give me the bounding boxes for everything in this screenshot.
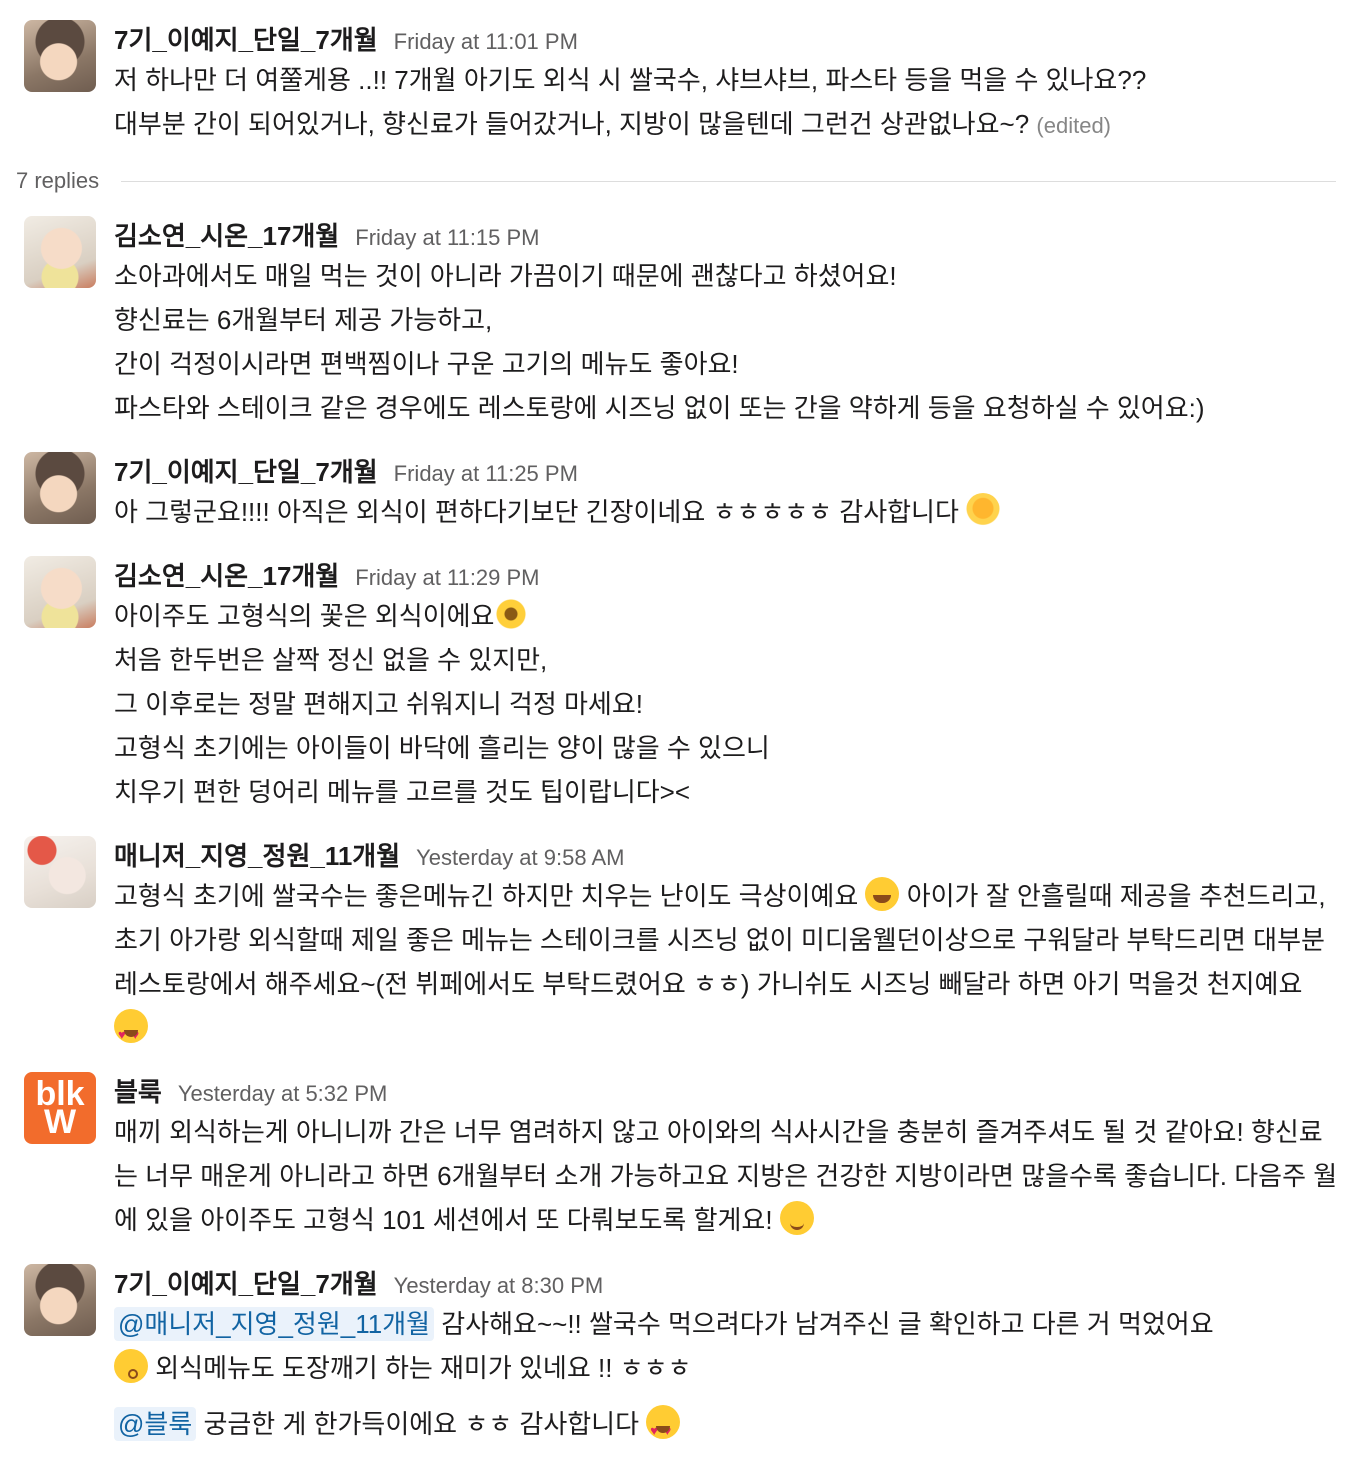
avatar[interactable]: [24, 20, 96, 92]
author-name[interactable]: 블룩: [114, 1072, 162, 1109]
heart-hands-emoji-icon: [966, 493, 1001, 527]
message-text-block: @매니저_지영_정원_11개월 감사해요~~!! 쌀국수 먹으려다가 남겨주신 …: [114, 1302, 1342, 1390]
message-text: 아 그렇군요!!!! 아직은 외식이 편하다기보단 긴장이네요 ㅎㅎㅎㅎㅎ 감사…: [114, 497, 967, 527]
message-content: 매니저_지영_정원_11개월 Yesterday at 9:58 AM 고형식 …: [114, 836, 1342, 1057]
edited-label: (edited): [1036, 113, 1111, 138]
timestamp[interactable]: Friday at 11:15 PM: [355, 225, 539, 251]
message-text-line: 대부분 간이 되어있거나, 향신료가 들어갔거나, 지방이 많을텐데 그런건 상…: [114, 102, 1342, 148]
logo-text: W: [43, 1103, 77, 1141]
message-text: 매끼 외식하는게 아니니까 간은 너무 염려하지 않고 아이와의 식사시간을 충…: [114, 1117, 1338, 1235]
author-name[interactable]: 매니저_지영_정원_11개월: [114, 836, 400, 873]
timestamp[interactable]: Friday at 11:29 PM: [355, 565, 539, 591]
rofl-emoji-icon: [865, 877, 900, 911]
author-name[interactable]: 7기_이예지_단일_7개월: [114, 20, 378, 57]
timestamp[interactable]: Friday at 11:25 PM: [394, 461, 578, 487]
avatar[interactable]: [24, 1264, 96, 1336]
message-header: 7기_이예지_단일_7개월 Friday at 11:01 PM: [114, 20, 1342, 58]
message-text: 향신료는 6개월부터 제공 가능하고,: [114, 305, 493, 335]
user-mention[interactable]: @블룩: [114, 1407, 197, 1441]
message-content: 김소연_시온_17개월 Friday at 11:29 PM 아이주도 고형식의…: [114, 556, 1342, 814]
kissing-emoji-icon: [114, 1349, 148, 1383]
author-name[interactable]: 7기_이예지_단일_7개월: [114, 452, 378, 489]
message-header: 블룩 Yesterday at 5:32 PM: [114, 1072, 1342, 1110]
message-header: 김소연_시온_17개월 Friday at 11:29 PM: [114, 556, 1342, 594]
message-text: 간이 걱정이시라면 편백찜이나 구운 고기의 메뉴도 좋아요!: [114, 349, 739, 379]
sunflower-emoji-icon: [494, 597, 529, 631]
message-text-block: 고형식 초기에 쌀국수는 좋은메뉴긴 하지만 치우는 난이도 극상이예요 아이가…: [114, 874, 1342, 1057]
blook-logo-avatar[interactable]: blk W: [24, 1072, 96, 1144]
timestamp[interactable]: Yesterday at 5:32 PM: [178, 1081, 388, 1107]
user-mention[interactable]: @매니저_지영_정원_11개월: [114, 1307, 435, 1341]
message-text: 치우기 편한 덩어리 메뉴를 고르를 것도 팁이랍니다><: [114, 777, 691, 807]
message-text: 파스타와 스테이크 같은 경우에도 레스토랑에 시즈닝 없이 또는 간을 약하게…: [114, 393, 1205, 423]
message-content: 7기_이예지_단일_7개월 Friday at 11:25 PM 아 그렇군요!…: [114, 452, 1342, 534]
replies-divider: 7 replies: [16, 168, 1336, 194]
timestamp[interactable]: Friday at 11:01 PM: [394, 29, 578, 55]
message-text: 소아과에서도 매일 먹는 것이 아니라 가끔이기 때문에 괜찮다고 하셨어요!: [114, 261, 897, 291]
replies-count: 7 replies: [16, 168, 100, 193]
avatar[interactable]: [24, 216, 96, 288]
message-text: 대부분 간이 되어있거나, 향신료가 들어갔거나, 지방이 많을텐데 그런건 상…: [114, 109, 1030, 139]
message-text: 저 하나만 더 여쭐게용 ..!! 7개월 아기도 외식 시 쌀국수, 샤브샤브…: [114, 65, 1147, 95]
message-text: 고형식 초기에는 아이들이 바닥에 흘리는 양이 많을 수 있으니: [114, 733, 770, 763]
message-text: 그 이후로는 정말 편해지고 쉬워지니 걱정 마세요!: [114, 689, 643, 719]
message-text: 궁금한 게 한가득이에요 ㅎㅎ 감사합니다: [196, 1409, 647, 1439]
author-name[interactable]: 김소연_시온_17개월: [114, 216, 339, 253]
author-name[interactable]: 김소연_시온_17개월: [114, 556, 339, 593]
message-text: 고형식 초기에 쌀국수는 좋은메뉴긴 하지만 치우는 난이도 극상이예요: [114, 881, 866, 911]
author-name[interactable]: 7기_이예지_단일_7개월: [114, 1264, 378, 1301]
message-text: 감사해요~~!! 쌀국수 먹으려다가 남겨주신 글 확인하고 다른 거 먹었어요: [434, 1309, 1214, 1339]
message-text-block: @블룩 궁금한 게 한가득이에요 ㅎㅎ 감사합니다: [114, 1402, 1342, 1453]
message-text-line: 아이주도 고형식의 꽃은 외식이에요: [114, 594, 1342, 638]
message-content: 블룩 Yesterday at 5:32 PM 매끼 외식하는게 아니니까 간은…: [114, 1072, 1342, 1242]
message-content: 7기_이예지_단일_7개월 Friday at 11:01 PM 저 하나만 더…: [114, 20, 1342, 148]
timestamp[interactable]: Yesterday at 9:58 AM: [416, 845, 624, 871]
message-header: 7기_이예지_단일_7개월 Friday at 11:25 PM: [114, 452, 1342, 490]
message-text: 처음 한두번은 살짝 정신 없을 수 있지만,: [114, 645, 548, 675]
message-header: 7기_이예지_단일_7개월 Yesterday at 8:30 PM: [114, 1264, 1342, 1302]
timestamp[interactable]: Yesterday at 8:30 PM: [394, 1273, 604, 1299]
message-header: 김소연_시온_17개월 Friday at 11:15 PM: [114, 216, 1342, 254]
heart-eyes-emoji-icon: [646, 1405, 681, 1453]
message-text-line: 아 그렇군요!!!! 아직은 외식이 편하다기보단 긴장이네요 ㅎㅎㅎㅎㅎ 감사…: [114, 490, 1342, 534]
avatar[interactable]: [24, 452, 96, 524]
message-text-block: 매끼 외식하는게 아니니까 간은 너무 염려하지 않고 아이와의 식사시간을 충…: [114, 1110, 1342, 1242]
smiling-emoji-icon: [779, 1201, 814, 1235]
heart-eyes-emoji-icon: [114, 1009, 148, 1057]
message-content: 김소연_시온_17개월 Friday at 11:15 PM 소아과에서도 매일…: [114, 216, 1342, 430]
message-text: 아이주도 고형식의 꽃은 외식이에요: [114, 601, 495, 631]
message-header: 매니저_지영_정원_11개월 Yesterday at 9:58 AM: [114, 836, 1342, 874]
message-content: 7기_이예지_단일_7개월 Yesterday at 8:30 PM @매니저_…: [114, 1264, 1342, 1453]
divider-line: [121, 180, 1336, 182]
avatar[interactable]: [24, 836, 96, 908]
message-text: 외식메뉴도 도장깨기 하는 재미가 있네요 !! ㅎㅎㅎ: [148, 1353, 692, 1383]
avatar[interactable]: [24, 556, 96, 628]
